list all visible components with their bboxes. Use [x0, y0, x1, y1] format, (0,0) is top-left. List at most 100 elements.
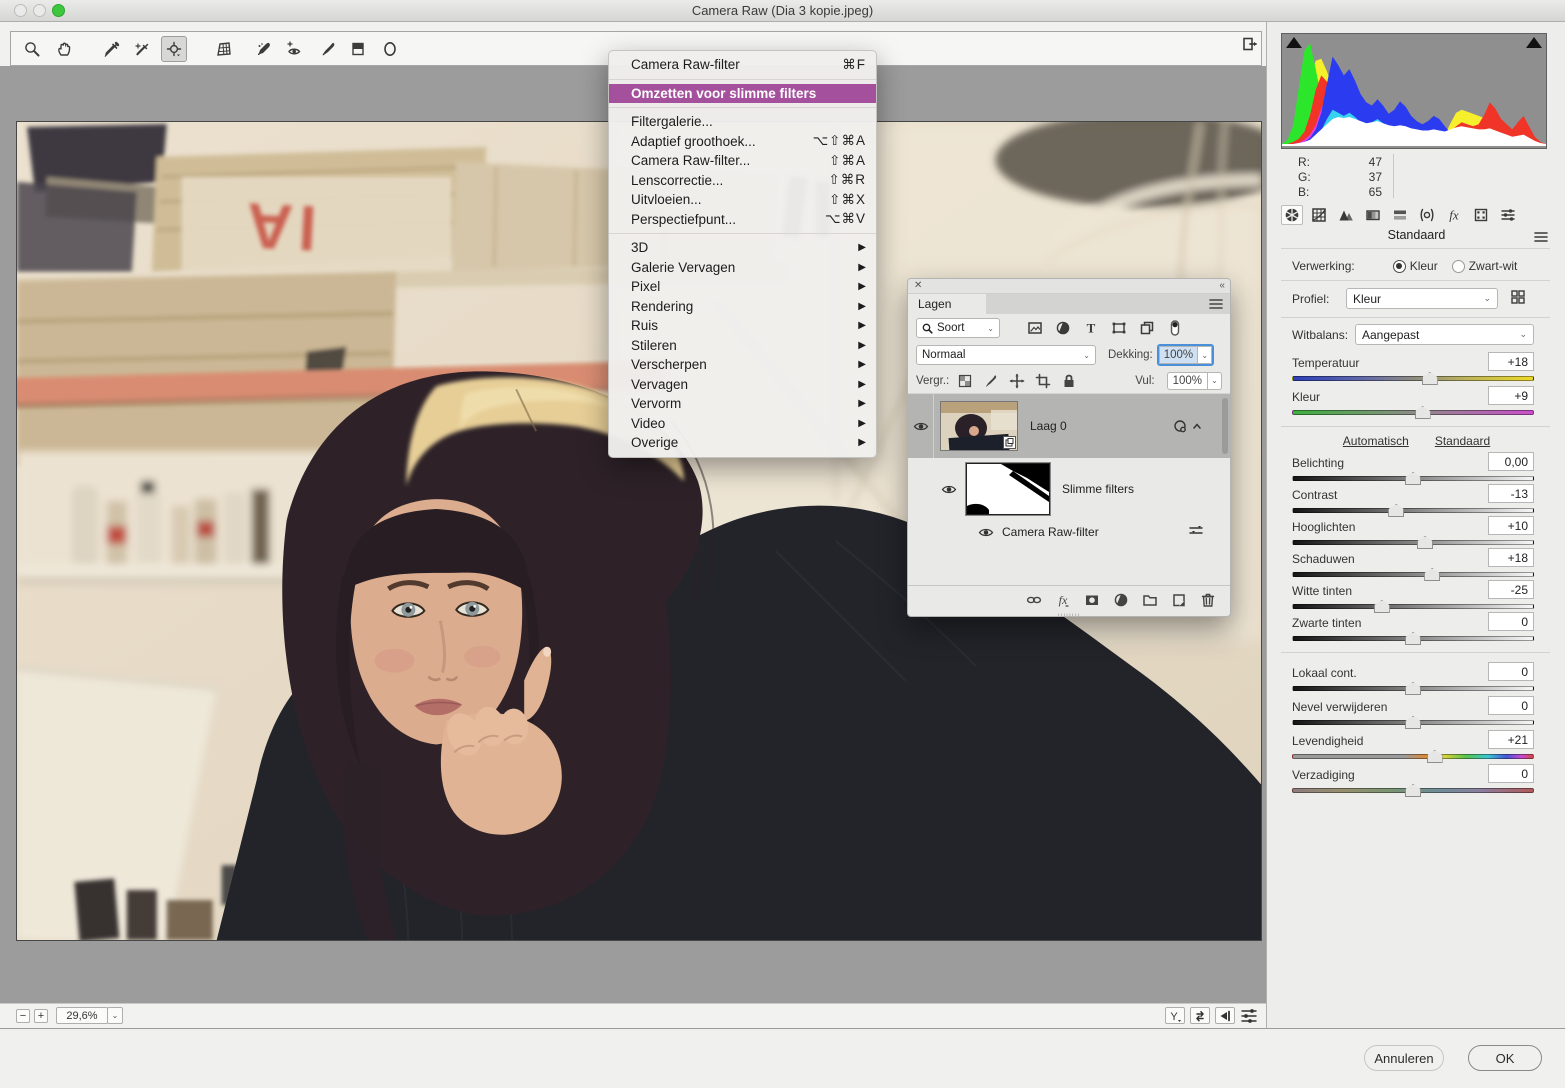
adjustment-brush-tool[interactable] — [315, 36, 341, 62]
menu-item[interactable]: 3D▶ — [609, 238, 876, 258]
cancel-button[interactable]: Annuleren — [1364, 1045, 1444, 1071]
trash-icon[interactable] — [1200, 592, 1216, 608]
menu-item[interactable]: Vervorm▶ — [609, 394, 876, 414]
panel-menu-icon[interactable] — [1208, 297, 1224, 311]
tab-hsl-grayscale[interactable] — [1362, 205, 1384, 225]
slider-value-field[interactable]: +18 — [1488, 352, 1534, 371]
shape-icon[interactable] — [1111, 320, 1127, 336]
layer-row-slimme-filters[interactable]: Slimme filters — [908, 458, 1230, 520]
slider-track[interactable] — [1292, 572, 1534, 577]
slider-thumb[interactable] — [1405, 682, 1421, 695]
slider-thumb[interactable] — [1422, 372, 1438, 385]
slider-value-field[interactable]: 0 — [1488, 764, 1534, 783]
menu-item[interactable]: Uitvloeien...⇧⌘X — [609, 190, 876, 210]
slider-value-field[interactable]: +21 — [1488, 730, 1534, 749]
blend-mode-dropdown[interactable]: Normaal⌄ — [916, 345, 1096, 365]
slider-thumb[interactable] — [1374, 600, 1390, 613]
slider-track[interactable] — [1292, 410, 1534, 415]
tab-aperture[interactable] — [1281, 205, 1303, 225]
layer-thumbnail[interactable] — [940, 401, 1018, 451]
tab-lagen[interactable]: Lagen — [908, 294, 986, 314]
menu-item[interactable]: Adaptief groothoek...⌥⇧⌘A — [609, 132, 876, 152]
red-eye-tool[interactable] — [281, 36, 307, 62]
menu-item[interactable]: Ruis▶ — [609, 316, 876, 336]
zoom-level-dropdown[interactable]: ⌄ — [107, 1007, 123, 1024]
artboard-icon[interactable] — [1035, 373, 1051, 389]
panel-menu-icon[interactable] — [1533, 230, 1549, 244]
standaard-link[interactable]: Standaard — [1435, 434, 1490, 448]
zoom-level-value[interactable]: 29,6% — [56, 1007, 108, 1024]
radial-filter-tool[interactable] — [377, 36, 403, 62]
fill-value[interactable]: 100% — [1167, 372, 1208, 390]
opacity-value[interactable]: 100% — [1159, 346, 1198, 364]
radio-kleur[interactable]: Kleur — [1393, 259, 1438, 273]
menu-item[interactable]: Vervagen▶ — [609, 375, 876, 395]
shadow-clipping-icon[interactable] — [1286, 37, 1302, 48]
ok-button[interactable]: OK — [1468, 1045, 1542, 1071]
slider-thumb[interactable] — [1427, 750, 1443, 763]
slider-track[interactable] — [1292, 604, 1534, 609]
slider-thumb[interactable] — [1417, 536, 1433, 549]
slider-value-field[interactable]: 0,00 — [1488, 452, 1534, 471]
layer-name[interactable]: Camera Raw-filter — [1002, 525, 1099, 539]
picture-icon[interactable] — [1027, 320, 1043, 336]
adjustment-circle-icon[interactable] — [1055, 320, 1071, 336]
layer-row-laag0[interactable]: Laag 0 — [908, 394, 1230, 458]
menu-item[interactable]: Filtergalerie... — [609, 112, 876, 132]
mixer-icon[interactable] — [1240, 1007, 1258, 1024]
slider-thumb[interactable] — [1415, 406, 1431, 419]
preview-y-icon[interactable]: Y — [1165, 1007, 1185, 1024]
slider-track[interactable] — [1292, 686, 1534, 691]
slider-thumb[interactable] — [1405, 472, 1421, 485]
link-icon[interactable] — [1026, 592, 1042, 608]
filter-toggle-icon[interactable] — [1167, 320, 1183, 336]
menu-item[interactable]: Camera Raw-filter⌘F — [609, 55, 876, 75]
slider-thumb[interactable] — [1405, 784, 1421, 797]
slider-value-field[interactable]: 0 — [1488, 612, 1534, 631]
menu-item[interactable]: Pixel▶ — [609, 277, 876, 297]
swap-settings-icon[interactable] — [1190, 1007, 1210, 1024]
radio-zwart-wit-control[interactable] — [1452, 260, 1465, 273]
fill-dropdown[interactable]: ⌄ — [1208, 372, 1222, 390]
layer-row-camera-raw-filter[interactable]: Camera Raw-filter — [908, 520, 1230, 544]
scrollbar-thumb[interactable] — [1222, 398, 1228, 454]
menu-item[interactable]: Camera Raw-filter...⇧⌘A — [609, 151, 876, 171]
menu-item[interactable]: Lenscorrectie...⇧⌘R — [609, 171, 876, 191]
slider-track[interactable] — [1292, 754, 1534, 759]
highlight-clipping-icon[interactable] — [1526, 37, 1542, 48]
slider-track[interactable] — [1292, 476, 1534, 481]
slider-value-field[interactable]: -13 — [1488, 484, 1534, 503]
slider-track[interactable] — [1292, 540, 1534, 545]
zoom-in-button[interactable]: + — [34, 1009, 48, 1023]
reset-arrow-icon[interactable] — [1215, 1007, 1235, 1024]
checkerboard-icon[interactable] — [957, 373, 973, 389]
resize-grip[interactable]: |||||||| — [908, 613, 1230, 617]
menu-item[interactable]: Verscherpen▶ — [609, 355, 876, 375]
chevron-up-icon[interactable] — [1192, 421, 1202, 431]
targeted-adjustment-tool[interactable] — [161, 36, 187, 62]
menu-item[interactable]: Video▶ — [609, 414, 876, 434]
profile-browser-icon[interactable] — [1510, 289, 1526, 305]
slider-thumb[interactable] — [1388, 504, 1404, 517]
color-sampler-tool[interactable] — [129, 36, 155, 62]
zoom-tool[interactable] — [19, 36, 45, 62]
slider-thumb[interactable] — [1424, 568, 1440, 581]
adjustment-circle-icon[interactable] — [1113, 592, 1129, 608]
collapse-icon[interactable]: ‹‹ — [1219, 280, 1224, 291]
slider-value-field[interactable]: +9 — [1488, 386, 1534, 405]
layer-mask-icon[interactable] — [1084, 592, 1100, 608]
visibility-eye-icon[interactable] — [908, 394, 934, 458]
slider-track[interactable] — [1292, 508, 1534, 513]
fx-icon[interactable]: fx — [1055, 592, 1071, 608]
profiel-dropdown[interactable]: Kleur⌄ — [1346, 288, 1498, 309]
menu-item[interactable]: Stileren▶ — [609, 336, 876, 356]
filter-mask-thumbnail[interactable] — [966, 463, 1050, 515]
move-icon[interactable] — [1009, 373, 1025, 389]
tab-presets[interactable] — [1497, 205, 1519, 225]
slider-track[interactable] — [1292, 720, 1534, 725]
menu-item[interactable]: Overige▶ — [609, 433, 876, 453]
slider-value-field[interactable]: +18 — [1488, 548, 1534, 567]
slider-value-field[interactable]: +10 — [1488, 516, 1534, 535]
menu-item[interactable]: Omzetten voor slimme filters — [609, 84, 876, 104]
radio-kleur-control[interactable] — [1393, 260, 1406, 273]
